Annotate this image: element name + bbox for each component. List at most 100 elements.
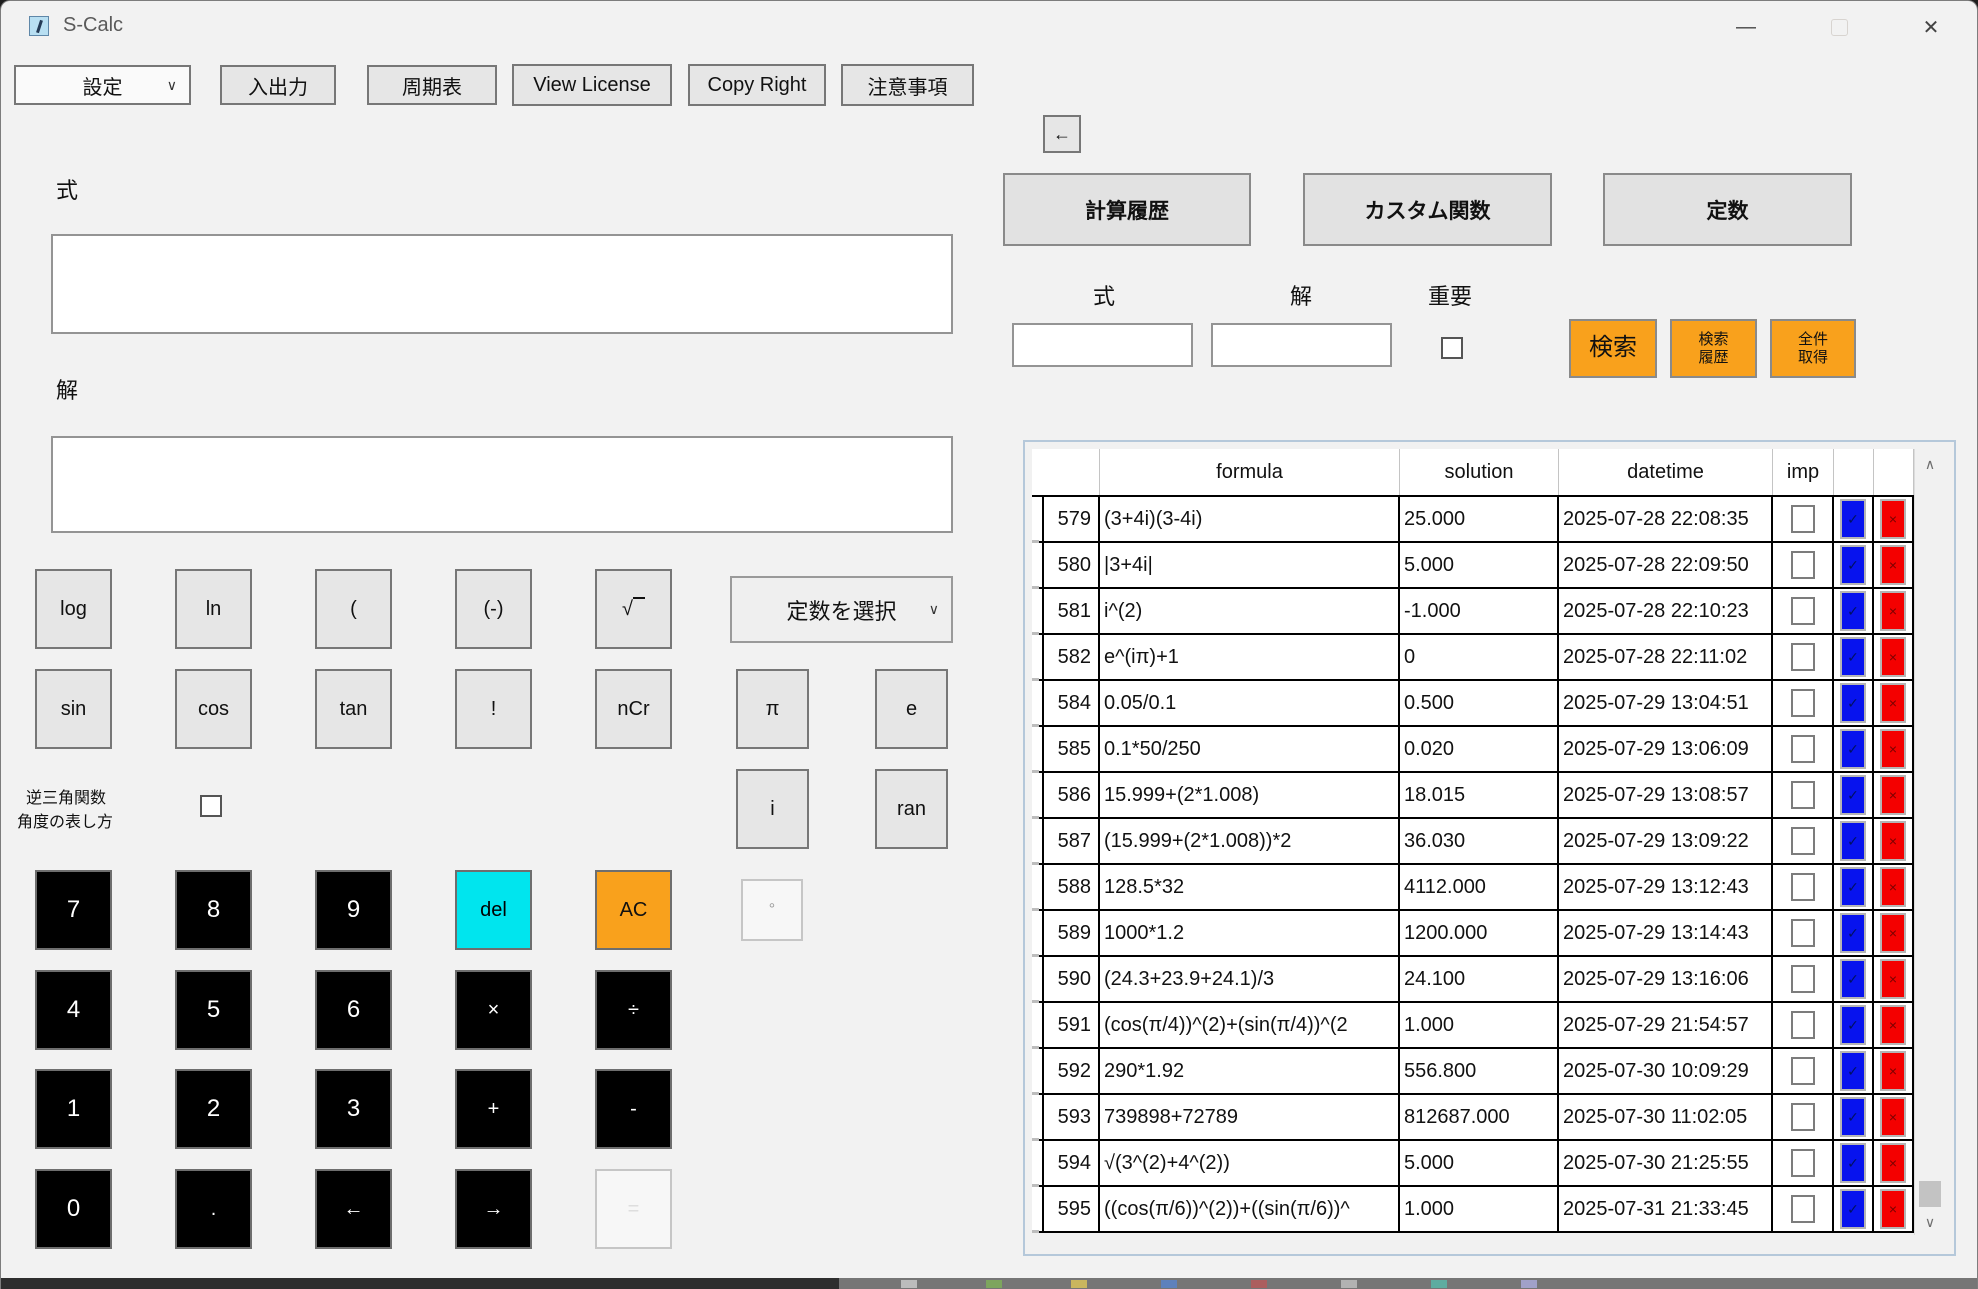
important-checkbox[interactable]: [1790, 689, 1815, 717]
sqrt-button[interactable]: √: [595, 569, 672, 649]
key-4[interactable]: 4: [35, 970, 112, 1050]
minus-key[interactable]: -: [595, 1069, 672, 1149]
delete-key[interactable]: del: [455, 870, 532, 950]
delete-row-button[interactable]: ×: [1880, 1189, 1906, 1229]
important-checkbox[interactable]: [1790, 1057, 1815, 1085]
important-checkbox[interactable]: [1790, 505, 1815, 533]
delete-row-button[interactable]: ×: [1880, 637, 1906, 677]
bottom-scroll-thumb[interactable]: [1, 1278, 839, 1289]
key-1[interactable]: 1: [35, 1069, 112, 1149]
fetch-all-button[interactable]: 全件 取得: [1770, 319, 1856, 378]
degree-key[interactable]: °: [741, 879, 803, 941]
delete-row-button[interactable]: ×: [1880, 1097, 1906, 1137]
constants-dropdown[interactable]: 定数を選択 ∨: [730, 576, 953, 643]
delete-row-button[interactable]: ×: [1880, 499, 1906, 539]
multiply-key[interactable]: ×: [455, 970, 532, 1050]
delete-row-button[interactable]: ×: [1880, 959, 1906, 999]
important-checkbox[interactable]: [1790, 1103, 1815, 1131]
key-3[interactable]: 3: [315, 1069, 392, 1149]
back-button[interactable]: ←: [1043, 115, 1081, 153]
scroll-up-icon[interactable]: ∧: [1915, 451, 1945, 477]
delete-row-button[interactable]: ×: [1880, 591, 1906, 631]
tab-calc-history[interactable]: 計算履歴: [1003, 173, 1251, 246]
view-license-button[interactable]: View License: [512, 64, 672, 106]
plus-key[interactable]: +: [455, 1069, 532, 1149]
divide-key[interactable]: ÷: [595, 970, 672, 1050]
apply-row-button[interactable]: ✓: [1840, 637, 1866, 677]
important-checkbox[interactable]: [1790, 597, 1815, 625]
ln-button[interactable]: ln: [175, 569, 252, 649]
io-button[interactable]: 入出力: [220, 65, 336, 105]
apply-row-button[interactable]: ✓: [1840, 775, 1866, 815]
apply-row-button[interactable]: ✓: [1840, 867, 1866, 907]
search-formula-input[interactable]: [1012, 323, 1193, 367]
decimal-key[interactable]: .: [175, 1169, 252, 1249]
delete-row-button[interactable]: ×: [1880, 1051, 1906, 1091]
formula-display[interactable]: [51, 234, 953, 334]
delete-row-button[interactable]: ×: [1880, 821, 1906, 861]
key-8[interactable]: 8: [175, 870, 252, 950]
scrollbar-thumb[interactable]: [1919, 1181, 1941, 1207]
apply-row-button[interactable]: ✓: [1840, 729, 1866, 769]
important-checkbox[interactable]: [1790, 965, 1815, 993]
apply-row-button[interactable]: ✓: [1840, 591, 1866, 631]
delete-row-button[interactable]: ×: [1880, 683, 1906, 723]
key-9[interactable]: 9: [315, 870, 392, 950]
key-6[interactable]: 6: [315, 970, 392, 1050]
important-checkbox[interactable]: [1790, 1011, 1815, 1039]
log-button[interactable]: log: [35, 569, 112, 649]
search-solution-input[interactable]: [1211, 323, 1392, 367]
close-button[interactable]: ✕: [1908, 7, 1954, 47]
sin-button[interactable]: sin: [35, 669, 112, 749]
solution-display[interactable]: [51, 436, 953, 533]
apply-row-button[interactable]: ✓: [1840, 959, 1866, 999]
important-checkbox[interactable]: [1790, 1149, 1815, 1177]
delete-row-button[interactable]: ×: [1880, 729, 1906, 769]
equals-key[interactable]: =: [595, 1169, 672, 1249]
important-checkbox[interactable]: [1790, 735, 1815, 763]
inverse-trig-checkbox[interactable]: [200, 795, 222, 817]
notes-button[interactable]: 注意事項: [841, 64, 974, 106]
apply-row-button[interactable]: ✓: [1840, 1143, 1866, 1183]
tab-constants[interactable]: 定数: [1603, 173, 1852, 246]
open-paren-button[interactable]: (: [315, 569, 392, 649]
delete-row-button[interactable]: ×: [1880, 545, 1906, 585]
apply-row-button[interactable]: ✓: [1840, 545, 1866, 585]
e-button[interactable]: e: [875, 669, 948, 749]
copyright-button[interactable]: Copy Right: [688, 64, 826, 106]
negate-button[interactable]: (-): [455, 569, 532, 649]
minimize-button[interactable]: —: [1723, 7, 1769, 47]
key-5[interactable]: 5: [175, 970, 252, 1050]
key-2[interactable]: 2: [175, 1069, 252, 1149]
periodic-table-button[interactable]: 周期表: [367, 65, 497, 105]
search-button[interactable]: 検索: [1569, 319, 1657, 378]
important-checkbox[interactable]: [1790, 1195, 1815, 1223]
settings-dropdown[interactable]: 設定 ∨: [14, 65, 191, 105]
pi-button[interactable]: π: [736, 669, 809, 749]
apply-row-button[interactable]: ✓: [1840, 499, 1866, 539]
cursor-right-key[interactable]: →: [455, 1169, 532, 1249]
tan-button[interactable]: tan: [315, 669, 392, 749]
tab-custom-functions[interactable]: カスタム関数: [1303, 173, 1552, 246]
apply-row-button[interactable]: ✓: [1840, 821, 1866, 861]
important-checkbox[interactable]: [1790, 827, 1815, 855]
ran-button[interactable]: ran: [875, 769, 948, 849]
scroll-down-icon[interactable]: ∨: [1915, 1209, 1945, 1235]
apply-row-button[interactable]: ✓: [1840, 1097, 1866, 1137]
search-important-checkbox[interactable]: [1441, 337, 1463, 359]
cos-button[interactable]: cos: [175, 669, 252, 749]
key-0[interactable]: 0: [35, 1169, 112, 1249]
apply-row-button[interactable]: ✓: [1840, 1189, 1866, 1229]
table-scrollbar[interactable]: ∧ ∨: [1914, 449, 1944, 1235]
delete-row-button[interactable]: ×: [1880, 1143, 1906, 1183]
important-checkbox[interactable]: [1790, 873, 1815, 901]
apply-row-button[interactable]: ✓: [1840, 1051, 1866, 1091]
maximize-button[interactable]: [1816, 7, 1862, 47]
search-history-button[interactable]: 検索 履歴: [1670, 319, 1757, 378]
delete-row-button[interactable]: ×: [1880, 1005, 1906, 1045]
important-checkbox[interactable]: [1790, 643, 1815, 671]
factorial-button[interactable]: !: [455, 669, 532, 749]
important-checkbox[interactable]: [1790, 781, 1815, 809]
i-button[interactable]: i: [736, 769, 809, 849]
apply-row-button[interactable]: ✓: [1840, 1005, 1866, 1045]
